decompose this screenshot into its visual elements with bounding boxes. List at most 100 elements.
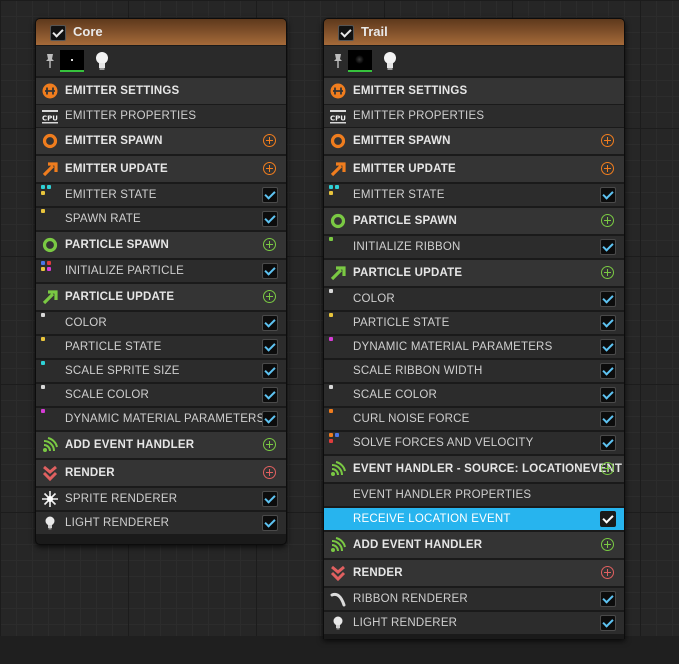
add-event-handler-button[interactable] bbox=[601, 538, 614, 551]
row-initialize-ribbon[interactable]: INITIALIZE RIBBON bbox=[324, 236, 624, 258]
row-scale-color[interactable]: SCALE COLOR bbox=[324, 384, 624, 406]
add-module-button[interactable] bbox=[601, 214, 614, 227]
lightbulb-icon[interactable] bbox=[382, 51, 398, 73]
lightbulb-icon[interactable] bbox=[94, 51, 110, 73]
module-enable-checkbox[interactable] bbox=[600, 511, 616, 527]
add-module-button[interactable] bbox=[263, 290, 276, 303]
row-particle-state[interactable]: PARTICLE STATE bbox=[324, 312, 624, 334]
module-enable-checkbox[interactable] bbox=[600, 339, 616, 355]
add-module-button[interactable] bbox=[601, 134, 614, 147]
module-enable-checkbox[interactable] bbox=[262, 315, 278, 331]
emitter-thumbnail[interactable] bbox=[60, 50, 84, 72]
section-particle-update[interactable]: PARTICLE UPDATE bbox=[36, 284, 286, 310]
arrow-up-right-icon bbox=[330, 266, 346, 281]
section-particle-spawn[interactable]: PARTICLE SPAWN bbox=[324, 208, 624, 234]
section-particle-update[interactable]: PARTICLE UPDATE bbox=[324, 260, 624, 286]
event-handler-icon bbox=[43, 437, 58, 452]
section-add-event-handler[interactable]: ADD EVENT HANDLER bbox=[324, 532, 624, 558]
section-emitter-settings[interactable]: EMITTER SETTINGS bbox=[36, 78, 286, 104]
section-particle-spawn[interactable]: PARTICLE SPAWN bbox=[36, 232, 286, 258]
row-light-renderer[interactable]: LIGHT RENDERER bbox=[36, 512, 286, 534]
row-event-handler-properties[interactable]: EVENT HANDLER PROPERTIES bbox=[324, 484, 624, 506]
add-module-button[interactable] bbox=[263, 134, 276, 147]
module-enable-checkbox[interactable] bbox=[262, 211, 278, 227]
section-emitter-settings[interactable]: EMITTER SETTINGS bbox=[324, 78, 624, 104]
row-solve-forces-and-velocity[interactable]: SOLVE FORCES AND VELOCITY bbox=[324, 432, 624, 454]
section-emitter-update[interactable]: EMITTER UPDATE bbox=[324, 156, 624, 182]
node-header[interactable]: Core bbox=[36, 19, 286, 45]
row-emitter-properties[interactable]: CPU EMITTER PROPERTIES bbox=[324, 105, 624, 127]
pin-icon[interactable] bbox=[43, 53, 57, 69]
module-enable-checkbox[interactable] bbox=[600, 591, 616, 607]
module-dot-icon bbox=[329, 385, 347, 401]
row-emitter-state[interactable]: EMITTER STATE bbox=[324, 184, 624, 206]
row-initialize-particle[interactable]: INITIALIZE PARTICLE bbox=[36, 260, 286, 282]
module-enable-checkbox[interactable] bbox=[600, 387, 616, 403]
row-label: ADD EVENT HANDLER bbox=[353, 539, 483, 551]
row-color[interactable]: COLOR bbox=[324, 288, 624, 310]
add-module-button[interactable] bbox=[263, 162, 276, 175]
emitter-node-core[interactable]: Core EMITTER SETTINGS CPU EMITTER PROPER… bbox=[35, 18, 287, 545]
section-emitter-spawn[interactable]: EMITTER SPAWN bbox=[324, 128, 624, 154]
module-enable-checkbox[interactable] bbox=[600, 291, 616, 307]
module-enable-checkbox[interactable] bbox=[600, 411, 616, 427]
svg-text:CPU: CPU bbox=[42, 115, 58, 123]
module-enable-checkbox[interactable] bbox=[262, 263, 278, 279]
emitter-enable-checkbox[interactable] bbox=[338, 25, 354, 41]
module-enable-checkbox[interactable] bbox=[600, 435, 616, 451]
row-emitter-state[interactable]: EMITTER STATE bbox=[36, 184, 286, 206]
add-module-button[interactable] bbox=[601, 462, 614, 475]
emitter-thumbnail[interactable] bbox=[348, 50, 372, 72]
row-label: SOLVE FORCES AND VELOCITY bbox=[353, 437, 534, 449]
section-render[interactable]: RENDER bbox=[36, 460, 286, 486]
module-enable-checkbox[interactable] bbox=[600, 363, 616, 379]
row-emitter-properties[interactable]: CPU EMITTER PROPERTIES bbox=[36, 105, 286, 127]
lightbulb-icon bbox=[45, 516, 55, 530]
module-enable-checkbox[interactable] bbox=[262, 515, 278, 531]
row-label: EMITTER PROPERTIES bbox=[353, 110, 485, 122]
module-enable-checkbox[interactable] bbox=[262, 491, 278, 507]
add-module-button[interactable] bbox=[601, 266, 614, 279]
module-enable-checkbox[interactable] bbox=[600, 315, 616, 331]
node-header[interactable]: Trail bbox=[324, 19, 624, 45]
section-add-event-handler[interactable]: ADD EVENT HANDLER bbox=[36, 432, 286, 458]
module-enable-checkbox[interactable] bbox=[262, 387, 278, 403]
section-emitter-update[interactable]: EMITTER UPDATE bbox=[36, 156, 286, 182]
row-receive-location-event[interactable]: RECEIVE LOCATION EVENT bbox=[324, 508, 624, 530]
event-handler-icon bbox=[331, 537, 346, 552]
row-label: EVENT HANDLER PROPERTIES bbox=[353, 489, 532, 501]
row-ribbon-renderer[interactable]: RIBBON RENDERER bbox=[324, 588, 624, 610]
emitter-node-trail[interactable]: Trail EMITTER SETTINGS CPU EMITTER PROPE… bbox=[323, 18, 625, 639]
row-spawn-rate[interactable]: SPAWN RATE bbox=[36, 208, 286, 230]
row-particle-state[interactable]: PARTICLE STATE bbox=[36, 336, 286, 358]
module-enable-checkbox[interactable] bbox=[600, 239, 616, 255]
add-renderer-button[interactable] bbox=[263, 466, 276, 479]
row-light-renderer[interactable]: LIGHT RENDERER bbox=[324, 612, 624, 634]
row-scale-sprite-size[interactable]: SCALE SPRITE SIZE bbox=[36, 360, 286, 382]
module-enable-checkbox[interactable] bbox=[262, 339, 278, 355]
add-event-handler-button[interactable] bbox=[263, 438, 276, 451]
row-label: SPAWN RATE bbox=[65, 213, 141, 225]
row-dynamic-material-parameters[interactable]: DYNAMIC MATERIAL PARAMETERS bbox=[36, 408, 286, 430]
row-label: PARTICLE UPDATE bbox=[353, 267, 463, 279]
module-enable-checkbox[interactable] bbox=[262, 411, 278, 427]
module-enable-checkbox[interactable] bbox=[600, 187, 616, 203]
module-enable-checkbox[interactable] bbox=[262, 363, 278, 379]
pin-icon[interactable] bbox=[331, 53, 345, 69]
emitter-enable-checkbox[interactable] bbox=[50, 25, 66, 41]
module-enable-checkbox[interactable] bbox=[262, 187, 278, 203]
add-module-button[interactable] bbox=[601, 162, 614, 175]
section-emitter-spawn[interactable]: EMITTER SPAWN bbox=[36, 128, 286, 154]
row-sprite-renderer[interactable]: SPRITE RENDERER bbox=[36, 488, 286, 510]
add-module-button[interactable] bbox=[263, 238, 276, 251]
row-scale-color[interactable]: SCALE COLOR bbox=[36, 384, 286, 406]
row-dynamic-material-parameters[interactable]: DYNAMIC MATERIAL PARAMETERS bbox=[324, 336, 624, 358]
section-render[interactable]: RENDER bbox=[324, 560, 624, 586]
row-color[interactable]: COLOR bbox=[36, 312, 286, 334]
row-scale-ribbon-width[interactable]: SCALE RIBBON WIDTH bbox=[324, 360, 624, 382]
module-enable-checkbox[interactable] bbox=[600, 615, 616, 631]
lightbulb-icon bbox=[333, 616, 343, 630]
row-curl-noise-force[interactable]: CURL NOISE FORCE bbox=[324, 408, 624, 430]
add-renderer-button[interactable] bbox=[601, 566, 614, 579]
section-event-handler-source[interactable]: EVENT HANDLER - SOURCE: LOCATIONEVENT bbox=[324, 456, 624, 482]
